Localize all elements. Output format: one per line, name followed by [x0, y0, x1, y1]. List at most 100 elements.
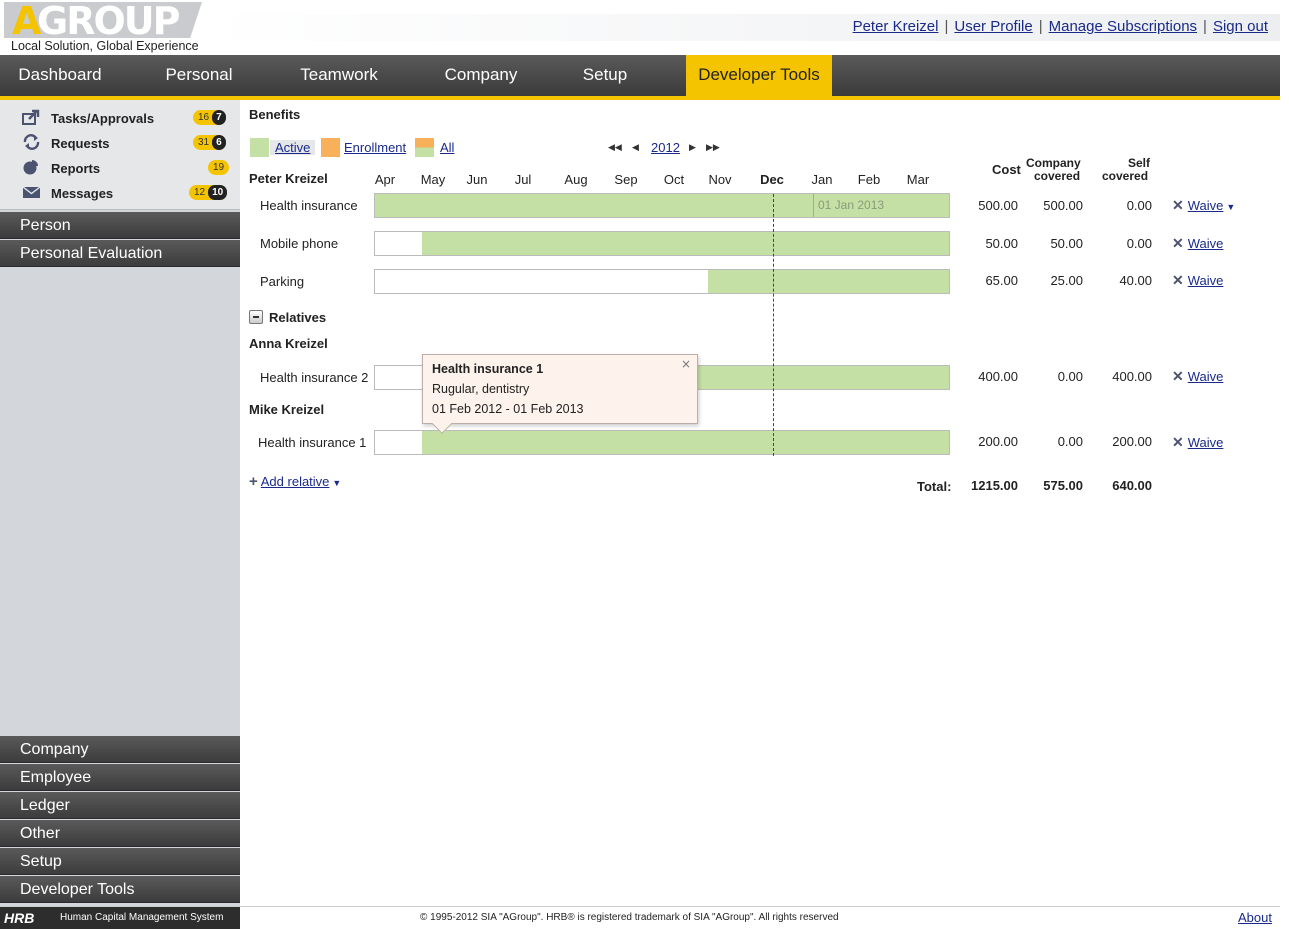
separator: |: [1038, 18, 1043, 35]
waive-link[interactable]: ✕ Waive: [1172, 235, 1223, 252]
renewal-marker: [813, 194, 814, 217]
tooltip-title: Health insurance 1: [432, 362, 544, 376]
about-link[interactable]: About: [1238, 910, 1272, 925]
sidebar: Tasks/Approvals 16 7 Requests 31 6 Reports…: [0, 100, 240, 906]
company-covered-value: 0.00: [1057, 434, 1083, 449]
benefit-timeline-bar[interactable]: [374, 430, 950, 455]
manage-subscriptions-link[interactable]: Manage Subscriptions: [1049, 18, 1197, 35]
sidebar-group-ledger[interactable]: Ledger: [0, 792, 240, 819]
last-year-button[interactable]: ▶▶: [706, 142, 720, 153]
add-relative-button[interactable]: + Add relative ▼: [249, 473, 341, 490]
close-icon: ✕: [1172, 434, 1184, 450]
month-label: Nov: [708, 172, 732, 187]
active-period-fill: [708, 270, 949, 293]
close-icon: ✕: [1172, 368, 1184, 384]
sidebar-item-label: Requests: [51, 136, 110, 151]
sidebar-item-requests[interactable]: Requests 31 6: [0, 130, 240, 155]
sidebar-group-setup[interactable]: Setup: [0, 848, 240, 875]
month-label: Oct: [663, 172, 685, 187]
month-label: Apr: [374, 172, 396, 187]
benefit-tooltip: × Health insurance 1 Rugular, dentistry …: [422, 354, 698, 434]
user-name-link[interactable]: Peter Kreizel: [853, 18, 939, 35]
total-self-covered: 640.00: [1112, 478, 1152, 493]
month-label: Aug: [564, 172, 588, 187]
company-covered-value: 0.00: [1057, 369, 1083, 384]
sidebar-item-reports[interactable]: Reports 19: [0, 155, 240, 180]
logo[interactable]: A GROUP Local Solution, Global Experienc…: [4, 0, 202, 54]
tab-developer-tools[interactable]: Developer Tools: [686, 55, 832, 96]
collapse-toggle[interactable]: [249, 310, 263, 324]
cost-value: 65.00: [985, 273, 1018, 288]
legend-all-filter[interactable]: All: [440, 140, 454, 155]
benefit-timeline-bar[interactable]: 01 Jan 2013: [374, 193, 950, 218]
sidebar-group-developer-tools[interactable]: Developer Tools: [0, 876, 240, 903]
close-icon[interactable]: ×: [681, 357, 691, 371]
sidebar-group-other[interactable]: Other: [0, 820, 240, 847]
logo-wordmark: GROUP: [37, 0, 180, 43]
cost-value: 500.00: [978, 198, 1018, 213]
header: A GROUP Local Solution, Global Experienc…: [0, 0, 1280, 55]
benefit-label: Parking: [260, 274, 305, 289]
relatives-heading: Relatives: [269, 310, 327, 325]
self-covered-value: 200.00: [1112, 434, 1152, 449]
hrb-logo: HRB: [4, 910, 35, 926]
count-badge: 19: [208, 160, 230, 175]
waive-link[interactable]: ✕ Waive: [1172, 434, 1223, 451]
tab-company[interactable]: Company: [420, 55, 542, 96]
prev-year-button[interactable]: ◀: [632, 142, 639, 153]
footer-brand: HRB Human Capital Management System: [0, 907, 240, 929]
self-covered-value: 40.00: [1119, 273, 1152, 288]
chevron-down-icon: ▼: [1226, 202, 1236, 212]
first-year-button[interactable]: ◀◀: [608, 142, 622, 153]
logo-letter-a: A: [12, 0, 41, 43]
count-badge: 12 10: [189, 185, 228, 200]
column-header-company-covered-2: covered: [1034, 169, 1081, 183]
refresh-icon: [22, 134, 41, 150]
legend-active-filter[interactable]: Active: [270, 140, 316, 155]
month-label-current: Dec: [760, 172, 784, 187]
month-label: Sep: [614, 172, 638, 187]
tab-dashboard[interactable]: Dashboard: [0, 55, 120, 96]
sidebar-item-messages[interactable]: Messages 12 10: [0, 180, 240, 205]
waive-dropdown[interactable]: ✕ Waive ▼: [1172, 197, 1235, 214]
legend-swatch-active: [250, 138, 269, 157]
waive-link[interactable]: ✕ Waive: [1172, 272, 1223, 289]
benefits-panel: Benefits Active Enrollment All ◀◀ ◀ 2012…: [240, 100, 1280, 906]
tooltip-date-range: 01 Feb 2012 - 01 Feb 2013: [432, 402, 584, 416]
column-header-company-covered: Company: [1026, 156, 1081, 170]
benefit-timeline-bar[interactable]: [374, 269, 950, 294]
column-header-self-covered: Self: [1128, 156, 1151, 170]
sidebar-group-personal-evaluation[interactable]: Personal Evaluation: [0, 240, 240, 267]
person-name: Peter Kreizel: [249, 171, 328, 186]
sidebar-group-person[interactable]: Person: [0, 212, 240, 239]
count-badge: 16 7: [193, 110, 226, 125]
tab-teamwork[interactable]: Teamwork: [278, 55, 400, 96]
month-label: May: [420, 172, 446, 187]
chevron-down-icon: ▼: [332, 478, 342, 488]
sidebar-item-tasks-approvals[interactable]: Tasks/Approvals 16 7: [0, 105, 240, 130]
sidebar-group-employee[interactable]: Employee: [0, 764, 240, 791]
legend-swatch-enrollment: [321, 138, 340, 157]
pie-chart-icon: [22, 159, 41, 175]
sidebar-item-label: Reports: [51, 161, 101, 176]
user-profile-link[interactable]: User Profile: [954, 18, 1032, 35]
share-arrow-icon: [22, 109, 41, 125]
sign-out-link[interactable]: Sign out: [1213, 18, 1268, 35]
total-cost: 1215.00: [971, 478, 1018, 493]
company-covered-value: 50.00: [1050, 236, 1083, 251]
benefit-timeline-bar[interactable]: [374, 231, 950, 256]
month-label: Jan: [811, 172, 833, 187]
tab-personal[interactable]: Personal: [140, 55, 258, 96]
renewal-date: 01 Jan 2013: [818, 198, 885, 212]
benefit-label: Mobile phone: [260, 236, 339, 251]
waive-link[interactable]: ✕ Waive: [1172, 368, 1223, 385]
active-period-fill: [422, 431, 949, 454]
tab-setup[interactable]: Setup: [562, 55, 648, 96]
sidebar-group-company[interactable]: Company: [0, 736, 240, 763]
current-date-line: [773, 194, 774, 456]
sidebar-item-label: Tasks/Approvals: [51, 111, 155, 126]
user-links: Peter Kreizel | User Profile | Manage Subscr…: [853, 18, 1268, 35]
next-year-button[interactable]: ▶: [689, 142, 696, 153]
year-link[interactable]: 2012: [651, 140, 680, 155]
legend-enrollment-filter[interactable]: Enrollment: [344, 140, 406, 155]
